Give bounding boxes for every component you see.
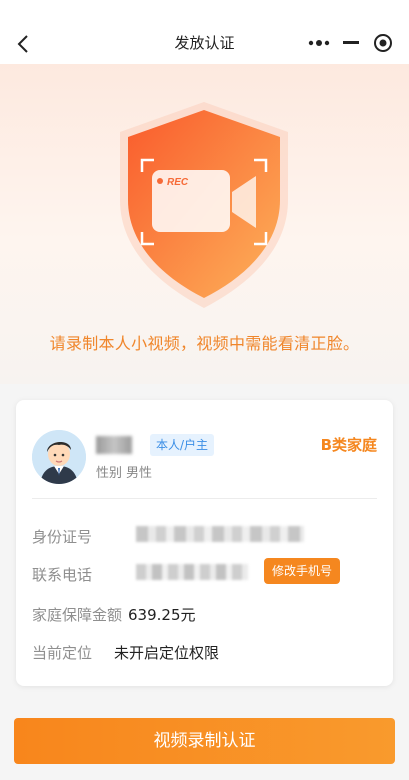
mini-program-capsule <box>303 28 399 58</box>
location-value: 未开启定位权限 <box>114 643 220 662</box>
record-video-button[interactable]: 视频录制认证 <box>14 718 395 764</box>
gender-value: 男性 <box>126 466 153 481</box>
role-badge: 本人/户主 <box>150 434 215 456</box>
amount-value: 639.25元 <box>128 605 196 624</box>
gender-info: 性别 男性 <box>96 462 152 481</box>
divider <box>32 498 377 499</box>
id-number-row: 身份证号 <box>32 524 377 548</box>
id-number-redacted <box>136 526 304 542</box>
recording-hint: 请录制本人小视频，视频中需能看清正脸。 <box>49 334 360 353</box>
minimize-icon[interactable] <box>335 28 367 58</box>
person-info-card: 本人/户主 B类家庭 性别 男性 身份证号 联系电话 修改手机号 家庭保障金额 6… <box>16 400 393 686</box>
name-redacted <box>96 436 132 454</box>
video-shield-icon: REC <box>120 102 288 308</box>
hero-section: REC 请录制本人小视频，视频中需能看清正脸。 <box>0 64 409 384</box>
phone-label: 联系电话 <box>32 565 93 584</box>
navigation-bar: 发放认证 <box>0 0 409 72</box>
phone-row: 联系电话 修改手机号 <box>32 558 377 586</box>
avatar <box>32 430 86 484</box>
more-options-icon[interactable] <box>303 28 335 58</box>
phone-redacted <box>136 564 248 580</box>
amount-row: 家庭保障金额 639.25元 <box>32 602 377 626</box>
location-row: 当前定位 未开启定位权限 <box>32 640 377 664</box>
amount-label: 家庭保障金额 <box>32 605 123 624</box>
family-type-label: B类家庭 <box>320 436 377 454</box>
id-number-label: 身份证号 <box>32 527 93 546</box>
edit-phone-button[interactable]: 修改手机号 <box>264 558 341 584</box>
close-target-icon[interactable] <box>367 28 399 58</box>
location-label: 当前定位 <box>32 643 93 662</box>
rec-label: REC <box>167 177 189 188</box>
gender-label: 性别 <box>96 466 123 481</box>
